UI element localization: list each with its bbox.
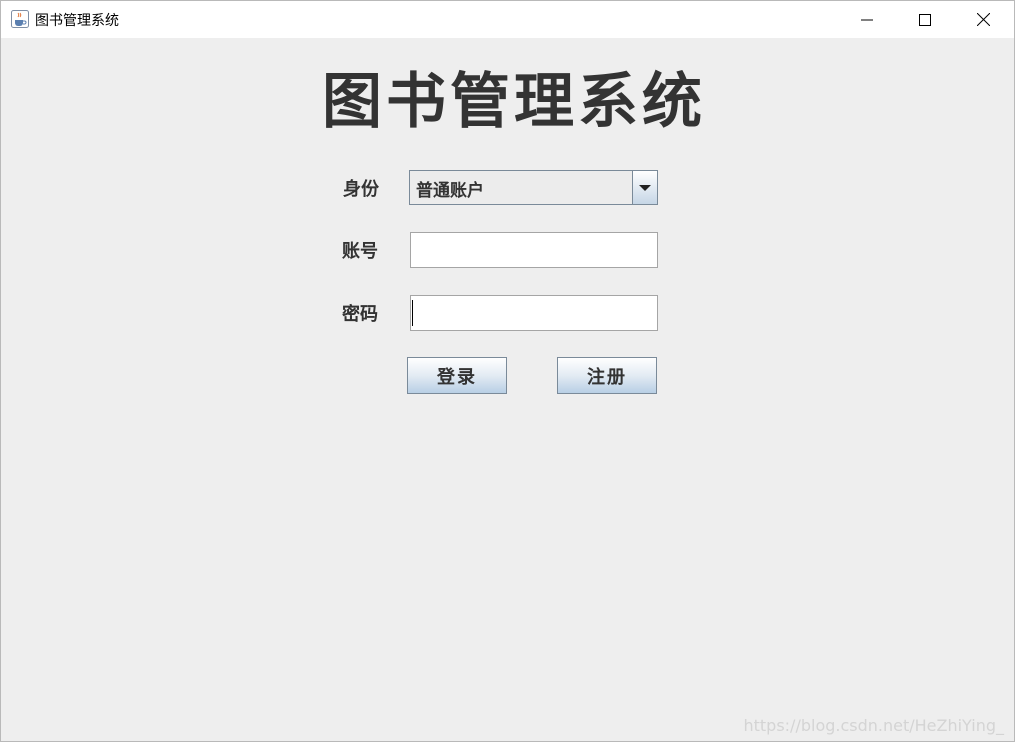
identity-select[interactable]: 普通账户 <box>409 170 658 205</box>
identity-selected-value: 普通账户 <box>416 181 484 201</box>
title-bar: 图书管理系统 <box>1 1 1014 38</box>
minimize-icon <box>861 19 873 20</box>
chevron-down-icon <box>639 184 651 191</box>
close-icon <box>976 13 990 26</box>
page-title: 图书管理系统 <box>322 67 706 137</box>
register-button[interactable]: 注册 <box>557 357 657 394</box>
login-button[interactable]: 登录 <box>407 357 507 394</box>
dropdown-button[interactable] <box>632 171 657 204</box>
minimize-button[interactable] <box>838 1 896 38</box>
java-cup-icon <box>11 10 29 28</box>
maximize-button[interactable] <box>896 1 954 38</box>
password-input[interactable] <box>410 295 658 331</box>
identity-label: 身份 <box>343 179 379 200</box>
account-label: 账号 <box>342 241 378 262</box>
window-title: 图书管理系统 <box>35 13 119 29</box>
maximize-icon <box>919 13 931 26</box>
close-button[interactable] <box>954 1 1012 38</box>
text-caret <box>412 300 413 326</box>
account-input[interactable] <box>410 232 658 268</box>
login-panel: 图书管理系统 身份 普通账户 账号 密码 登录 注册 https://blog.… <box>1 38 1014 741</box>
watermark-text: https://blog.csdn.net/HeZhiYing_ <box>743 716 1004 735</box>
app-window: 图书管理系统 图书管理系统 身份 普通账户 账号 密码 登录 注册 https:… <box>0 0 1015 742</box>
password-label: 密码 <box>342 304 378 325</box>
